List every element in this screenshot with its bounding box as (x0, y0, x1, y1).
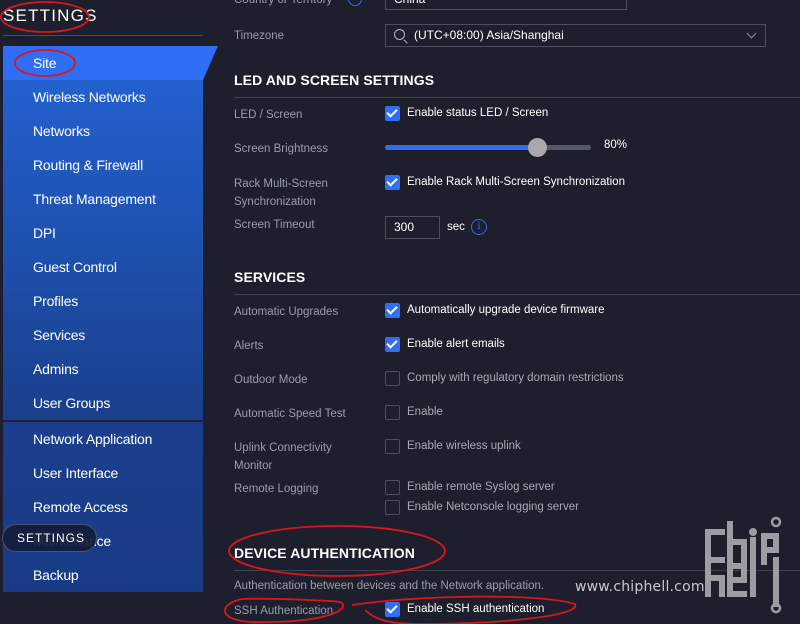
uplink-checkbox[interactable] (385, 439, 400, 454)
brightness-label: Screen Brightness (234, 143, 328, 155)
led-screen-label: LED / Screen (234, 109, 303, 121)
alerts-option[interactable]: Enable alert emails (407, 337, 505, 352)
sidebar-item-dpi[interactable]: DPI (3, 216, 203, 250)
sidebar-item-user-interface[interactable]: User Interface (3, 456, 203, 490)
sidebar-item-networks[interactable]: Networks (3, 114, 203, 148)
country-select[interactable]: China (385, 0, 627, 10)
nav-group-site: Site Wireless Networks Networks Routing … (3, 46, 203, 420)
sidebar-item-network-application[interactable]: Network Application (3, 422, 203, 456)
brightness-slider-fill (385, 145, 537, 150)
alerts-checkbox[interactable] (385, 337, 400, 352)
uplink-option[interactable]: Enable wireless uplink (407, 439, 521, 454)
speed-test-checkbox[interactable] (385, 405, 400, 420)
led-screen-option[interactable]: Enable status LED / Screen (407, 106, 548, 121)
section-divider (234, 294, 800, 295)
speed-test-option[interactable]: Enable (407, 405, 443, 420)
section-title-services: SERVICES (234, 269, 306, 285)
sidebar-item-site[interactable]: Site (3, 46, 203, 80)
section-title-led: LED AND SCREEN SETTINGS (234, 72, 435, 88)
auto-upgrades-label: Automatic Upgrades (234, 306, 339, 318)
screen-timeout-unit: sec (447, 221, 465, 233)
sidebar-item-admins[interactable]: Admins (3, 352, 203, 386)
ssh-auth-option[interactable]: Enable SSH authentication (407, 602, 544, 617)
active-item-indicator (203, 46, 218, 80)
sidebar-item-threat-management[interactable]: Threat Management (3, 182, 203, 216)
led-screen-checkbox[interactable] (385, 106, 400, 121)
brightness-slider[interactable] (385, 138, 591, 157)
sidebar-item-guest-control[interactable]: Guest Control (3, 250, 203, 284)
rack-sync-checkbox[interactable] (385, 175, 400, 190)
uplink-label-2: Monitor (234, 460, 273, 472)
sidebar-item-wireless-networks[interactable]: Wireless Networks (3, 80, 203, 114)
rack-sync-label-2: Synchronization (234, 196, 316, 208)
nav-group-system: Network Application User Interface Remot… (3, 422, 203, 592)
country-label: Country or Territory (234, 0, 333, 6)
timezone-label: Timezone (234, 30, 285, 42)
ssh-auth-label: SSH Authentication (234, 605, 334, 617)
info-icon[interactable]: i (471, 219, 487, 235)
search-icon (394, 29, 405, 40)
syslog-option[interactable]: Enable remote Syslog server (407, 480, 555, 495)
sidebar-divider (3, 35, 203, 36)
rack-sync-label-1: Rack Multi-Screen (234, 178, 328, 190)
screen-timeout-label: Screen Timeout (234, 219, 315, 231)
country-value: China (394, 0, 425, 6)
sidebar-item-remote-access[interactable]: Remote Access (3, 490, 203, 524)
sidebar-item-profiles[interactable]: Profiles (3, 284, 203, 318)
brightness-slider-thumb[interactable] (527, 138, 547, 157)
speed-test-label: Automatic Speed Test (234, 408, 346, 420)
sidebar-item-services[interactable]: Services (3, 318, 203, 352)
sidebar-item-backup[interactable]: Backup (3, 558, 203, 592)
settings-overlay-pill[interactable]: SETTINGS (2, 524, 97, 552)
watermark-text: www.chiphell.com (575, 579, 705, 595)
outdoor-mode-option[interactable]: Comply with regulatory domain restrictio… (407, 371, 624, 386)
auto-upgrades-option[interactable]: Automatically upgrade device firmware (407, 303, 605, 318)
brightness-value: 80% (604, 139, 628, 151)
timezone-select[interactable]: (UTC+08:00) Asia/Shanghai (385, 24, 766, 47)
outdoor-mode-checkbox[interactable] (385, 371, 400, 386)
ssh-auth-checkbox[interactable] (385, 602, 400, 617)
sidebar-item-routing-firewall[interactable]: Routing & Firewall (3, 148, 203, 182)
timezone-value: (UTC+08:00) Asia/Shanghai (414, 28, 564, 42)
netconsole-option[interactable]: Enable Netconsole logging server (407, 500, 579, 515)
chevron-down-icon (746, 28, 757, 39)
section-divider (234, 97, 800, 98)
syslog-checkbox[interactable] (385, 480, 400, 495)
uplink-label-1: Uplink Connectivity (234, 442, 332, 454)
outdoor-mode-label: Outdoor Mode (234, 374, 308, 386)
info-icon[interactable]: i (348, 0, 362, 6)
device-auth-description: Authentication between devices and the N… (234, 580, 545, 592)
alerts-label: Alerts (234, 340, 264, 352)
sidebar-title: SETTINGS (3, 6, 98, 25)
screen-timeout-input[interactable]: 300 (385, 216, 440, 239)
netconsole-checkbox[interactable] (385, 500, 400, 515)
chiphell-logo (705, 516, 782, 614)
auto-upgrades-checkbox[interactable] (385, 303, 400, 318)
section-title-device-auth: DEVICE AUTHENTICATION (234, 545, 415, 561)
rack-sync-option[interactable]: Enable Rack Multi-Screen Synchronization (407, 175, 625, 190)
remote-logging-label: Remote Logging (234, 483, 319, 495)
sidebar-item-user-groups[interactable]: User Groups (3, 386, 203, 420)
